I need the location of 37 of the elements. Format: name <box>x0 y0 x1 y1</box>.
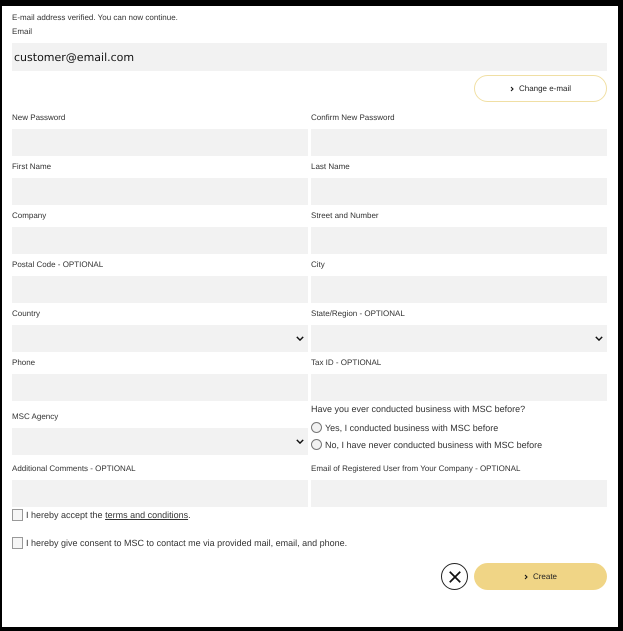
field-label: Phone <box>12 357 36 368</box>
radio-button[interactable] <box>311 439 322 450</box>
field-label: State/Region - OPTIONAL <box>311 308 406 319</box>
field-label: Country <box>12 308 42 319</box>
close-icon <box>448 570 462 584</box>
field-label: Confirm New Password <box>311 112 396 123</box>
status-message: E-mail address verified. You can now continue. <box>12 12 179 23</box>
chevron-icon <box>510 86 514 92</box>
field-label: Email of Registered User from Your Company - OPTIONAL <box>311 463 522 474</box>
close-button[interactable] <box>441 563 468 590</box>
field-label: City <box>311 259 326 270</box>
dropdown-field[interactable] <box>311 325 607 352</box>
checkbox[interactable] <box>12 537 23 549</box>
field-label: Street and Number <box>311 210 380 221</box>
field-label: New Password <box>12 112 66 123</box>
field-label: Postal Code - OPTIONAL <box>12 259 104 270</box>
field-label: Last Name <box>311 161 351 172</box>
field-label: Have you ever conducted business with MSC before? <box>311 403 526 416</box>
create-button[interactable]: Create <box>474 563 607 590</box>
checkbox[interactable] <box>12 509 23 521</box>
field-label: Tax ID - OPTIONAL <box>311 357 382 368</box>
email-field[interactable]: customer@email.com <box>12 43 607 71</box>
field-label: MSC Agency <box>12 411 60 422</box>
checkbox-label: I hereby give consent to MSC to contact me via provided mail, email, and phone. <box>26 538 348 548</box>
field-label: Company <box>12 210 48 221</box>
radio-label: Yes, I conducted business with MSC before <box>325 422 498 432</box>
terms-link[interactable]: terms and conditions <box>105 510 188 520</box>
radio-button[interactable] <box>311 422 322 433</box>
chevron-icon <box>524 574 528 580</box>
field-label: First Name <box>12 161 52 172</box>
field-label: Email <box>12 26 34 37</box>
dropdown-field[interactable] <box>12 428 308 455</box>
change-email-button[interactable]: Change e-mail <box>474 75 607 102</box>
dropdown-field[interactable] <box>12 325 308 352</box>
radio-label: No, I have never conducted business with MSC before <box>325 440 542 450</box>
checkbox-label: I hereby accept the terms and conditions. <box>26 510 191 520</box>
field-label: Additional Comments - OPTIONAL <box>12 463 137 474</box>
